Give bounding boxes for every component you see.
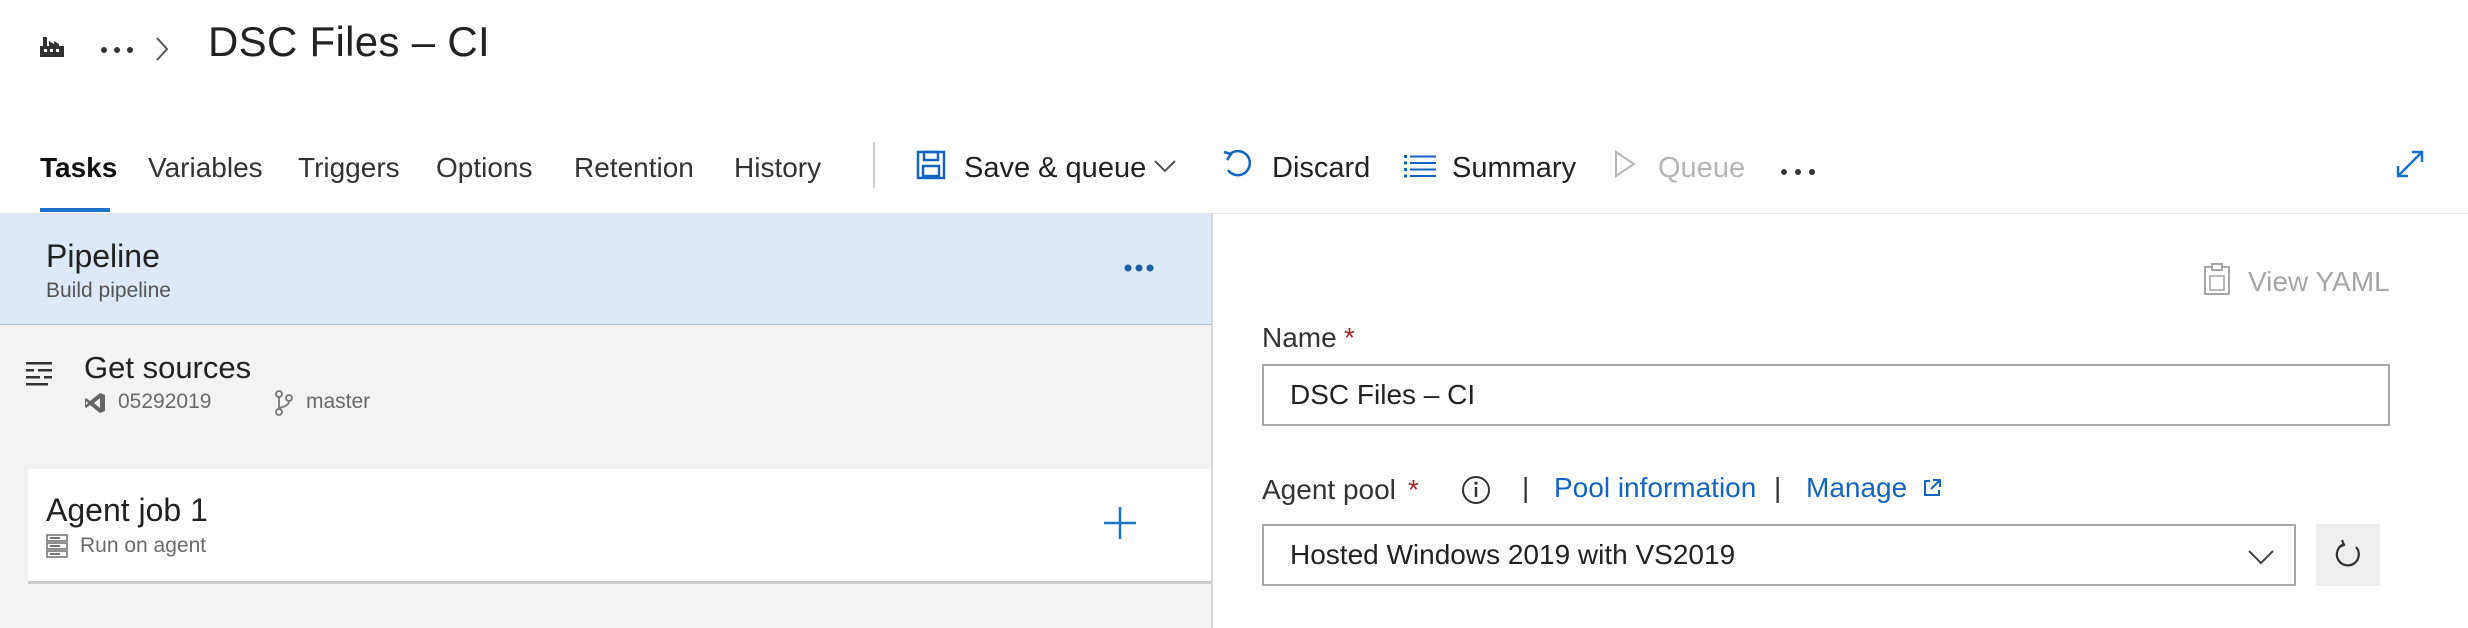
tab-history[interactable]: History bbox=[734, 152, 821, 184]
tab-tasks[interactable]: Tasks bbox=[40, 152, 117, 184]
page-title: DSC Files – CI bbox=[208, 18, 490, 65]
more-icon[interactable] bbox=[1780, 168, 1816, 176]
separator: | bbox=[1522, 472, 1530, 503]
save-and-queue-button[interactable]: Save & queue bbox=[916, 130, 1186, 200]
agent-pool-required-mark: * bbox=[1408, 474, 1419, 505]
chevron-down-icon[interactable] bbox=[2248, 550, 2274, 565]
manage-link[interactable]: Manage bbox=[1806, 472, 1907, 504]
expand-icon[interactable] bbox=[2394, 148, 2426, 180]
tab-options[interactable]: Options bbox=[436, 152, 533, 184]
repo-name: 05292019 bbox=[118, 390, 212, 413]
toolbar-divider bbox=[873, 142, 875, 188]
save-and-queue-label: Save & queue bbox=[964, 152, 1147, 184]
play-icon bbox=[1614, 150, 1636, 178]
clipboard-icon bbox=[2202, 262, 2232, 296]
info-icon[interactable] bbox=[1460, 474, 1492, 506]
panel-divider bbox=[1211, 214, 1213, 628]
agent-job-subtitle: Run on agent bbox=[80, 534, 207, 557]
agent-pool-dropdown[interactable]: Hosted Windows 2019 with VS2019 bbox=[1262, 524, 2296, 586]
pipeline-title: Pipeline bbox=[46, 238, 160, 274]
save-icon bbox=[916, 150, 946, 180]
undo-icon bbox=[1222, 148, 1254, 182]
queue-label: Queue bbox=[1658, 152, 1746, 184]
build-factory-icon[interactable] bbox=[38, 32, 66, 60]
agent-pool-value: Hosted Windows 2019 with VS2019 bbox=[1290, 539, 1736, 570]
name-required-mark: * bbox=[1344, 322, 1355, 353]
tab-retention[interactable]: Retention bbox=[574, 152, 694, 184]
branch-icon bbox=[274, 390, 294, 416]
branch-name: master bbox=[306, 390, 371, 413]
discard-button[interactable]: Discard bbox=[1222, 130, 1372, 200]
summary-label: Summary bbox=[1452, 152, 1577, 184]
queue-button[interactable]: Queue bbox=[1612, 130, 1752, 200]
refresh-button[interactable] bbox=[2316, 524, 2380, 586]
external-link-icon[interactable] bbox=[1922, 478, 1942, 498]
chevron-down-icon[interactable] bbox=[1154, 160, 1176, 173]
server-icon bbox=[46, 534, 68, 558]
active-tab-indicator bbox=[40, 208, 110, 212]
get-sources-title: Get sources bbox=[84, 350, 252, 385]
refresh-icon bbox=[2332, 539, 2364, 571]
name-field[interactable]: DSC Files – CI bbox=[1262, 364, 2390, 426]
pipeline-more-icon[interactable] bbox=[1124, 264, 1154, 272]
pool-information-link[interactable]: Pool information bbox=[1554, 472, 1756, 504]
agent-job-title: Agent job 1 bbox=[46, 492, 208, 528]
tab-variables[interactable]: Variables bbox=[148, 152, 263, 184]
get-sources-icon bbox=[26, 360, 56, 388]
view-yaml-label: View YAML bbox=[2248, 266, 2390, 297]
chevron-right-icon bbox=[155, 36, 169, 62]
tab-bar: Tasks Variables Triggers Options Retenti… bbox=[0, 130, 2468, 214]
pipeline-subtitle: Build pipeline bbox=[46, 279, 171, 302]
discard-label: Discard bbox=[1272, 152, 1371, 184]
pipeline-card[interactable] bbox=[0, 214, 1212, 325]
separator: | bbox=[1774, 472, 1782, 503]
visual-studio-icon bbox=[84, 392, 106, 414]
list-icon bbox=[1404, 154, 1436, 178]
tab-triggers[interactable]: Triggers bbox=[298, 152, 400, 184]
ellipsis-icon[interactable] bbox=[100, 46, 134, 54]
name-field-value: DSC Files – CI bbox=[1290, 379, 1476, 410]
summary-button[interactable]: Summary bbox=[1404, 130, 1576, 200]
add-task-icon[interactable] bbox=[1102, 505, 1138, 541]
agent-pool-label: Agent pool bbox=[1262, 474, 1396, 505]
name-label: Name bbox=[1262, 322, 1337, 353]
